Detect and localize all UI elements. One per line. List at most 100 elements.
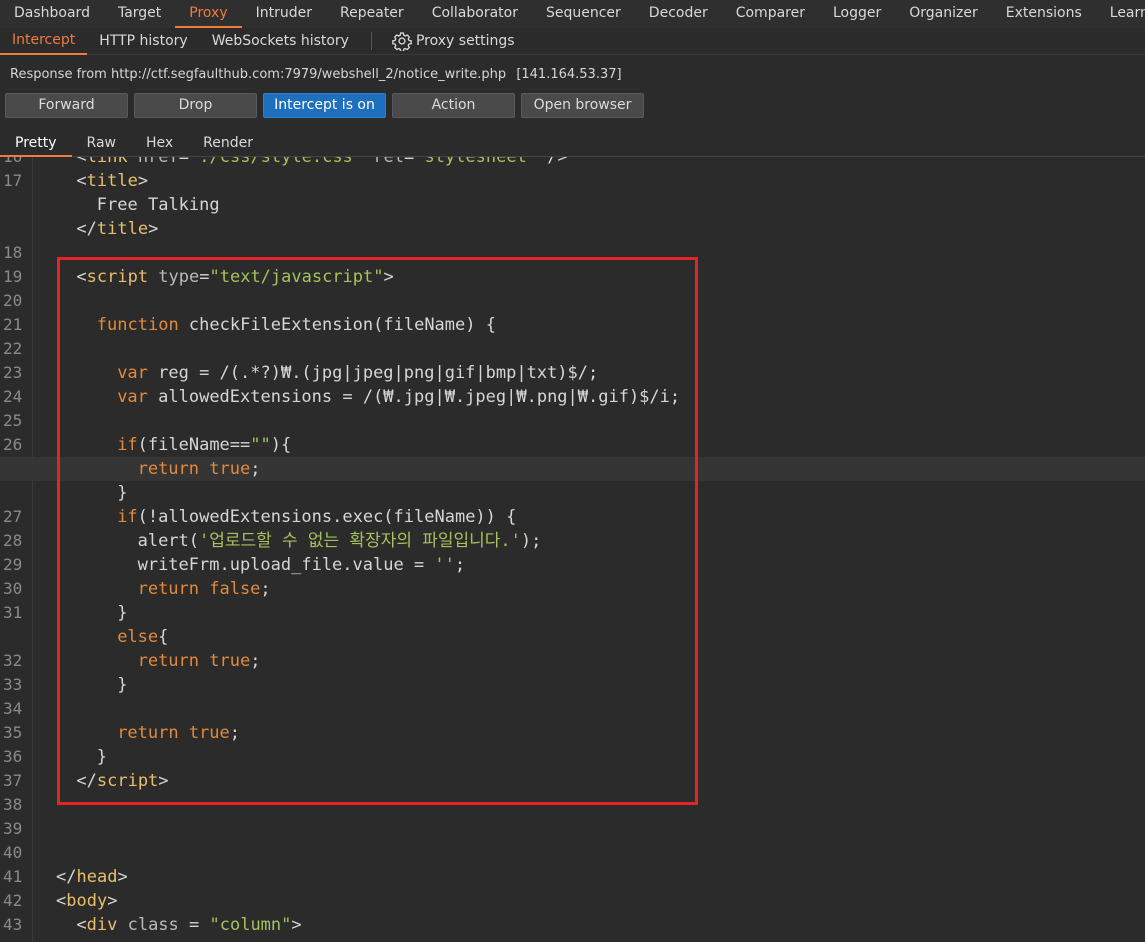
code-token: (fileName==: [137, 435, 251, 455]
code-text: alert('업로드할 수 없는 확장자의 파일입니다.');: [138, 529, 542, 553]
subtab-websockets-history[interactable]: WebSockets history: [200, 28, 361, 55]
tab-extensions[interactable]: Extensions: [992, 0, 1096, 28]
code-text: return false;: [138, 577, 271, 601]
intercept-toggle-button[interactable]: Intercept is on: [263, 93, 386, 118]
open-browser-button[interactable]: Open browser: [521, 93, 644, 118]
tab-target[interactable]: Target: [104, 0, 175, 28]
code-text: return true;: [138, 649, 261, 673]
code-token: "./css/style.css": [189, 157, 364, 167]
line-number: 18: [3, 243, 23, 262]
code-token: <: [76, 171, 87, 191]
code-token: "text/javascript": [209, 267, 384, 287]
code-text: <title>: [76, 169, 148, 193]
line-number: 40: [3, 843, 23, 862]
subtab-intercept[interactable]: Intercept: [0, 28, 88, 55]
tab-decoder[interactable]: Decoder: [635, 0, 722, 28]
tab-intruder[interactable]: Intruder: [242, 0, 326, 28]
action-button[interactable]: Action: [392, 93, 515, 118]
code-text: return true;: [138, 457, 261, 481]
code-text: var reg = /(.*?)₩.(jpg|jpeg|png|gif|bmp|…: [117, 361, 598, 385]
code-token: <: [76, 915, 87, 935]
code-text: <link href="./css/style.css" rel="styles…: [76, 157, 567, 169]
line-number: 30: [3, 579, 23, 598]
forward-button[interactable]: Forward: [5, 93, 128, 118]
code-token: );: [520, 531, 542, 551]
code-token: <: [76, 267, 87, 287]
tab-sequencer[interactable]: Sequencer: [532, 0, 635, 28]
line-number: 37: [3, 771, 23, 790]
code-token: alert(: [137, 531, 200, 551]
response-prefix: Response from: [10, 67, 107, 82]
gear-icon: [392, 32, 412, 51]
response-editor[interactable]: 16<link href="./css/style.css" rel="styl…: [0, 157, 1145, 942]
drop-button[interactable]: Drop: [134, 93, 257, 118]
line-number: 19: [3, 267, 23, 286]
code-text: <div class = "column">: [76, 913, 301, 937]
code-text: <body>: [56, 889, 117, 913]
code-text: </title>: [76, 217, 158, 241]
code-token: (!allowedExtensions.exec(fileName)) {: [137, 507, 517, 527]
code-token: else: [117, 627, 159, 647]
tab-learn[interactable]: Learn: [1096, 0, 1145, 28]
code-line: 42 <body>: [0, 889, 1145, 913]
tab-collaborator[interactable]: Collaborator: [418, 0, 532, 28]
tab-dashboard[interactable]: Dashboard: [0, 0, 104, 28]
code-token: title: [86, 171, 138, 191]
code-token: href: [127, 157, 179, 167]
code-token: "stylesheet": [414, 157, 538, 167]
tab-repeater[interactable]: Repeater: [326, 0, 418, 28]
code-line: 31}: [0, 601, 1145, 625]
code-token: ;: [250, 651, 261, 671]
code-token: type: [148, 267, 200, 287]
code-token: }: [117, 603, 128, 623]
code-line: 25: [0, 409, 1145, 433]
code-text: Free Talking: [97, 193, 220, 217]
response-ip: [141.164.53.37]: [516, 67, 622, 82]
code-line: 34: [0, 697, 1145, 721]
code-line: 16<link href="./css/style.css" rel="styl…: [0, 157, 1145, 169]
code-line: 21 function checkFileExtension(fileName) …: [0, 313, 1145, 337]
line-number: 20: [3, 291, 23, 310]
view-tab-hex[interactable]: Hex: [131, 130, 188, 157]
line-number: 34: [3, 699, 23, 718]
code-line: 19 <script type="text/javascript">: [0, 265, 1145, 289]
view-tab-pretty[interactable]: Pretty: [0, 130, 72, 157]
line-number: 32: [3, 651, 23, 670]
line-number: 41: [3, 867, 23, 886]
message-view-tab-bar: Pretty Raw Hex Render: [0, 130, 1145, 157]
tab-separator: [370, 32, 372, 50]
code-text: return true;: [117, 721, 240, 745]
code-line: 32 return true;: [0, 649, 1145, 673]
line-number: 22: [3, 339, 23, 358]
line-number: 23: [3, 363, 23, 382]
code-text: </script>: [76, 769, 168, 793]
view-tab-raw[interactable]: Raw: [72, 130, 131, 157]
code-token: >: [291, 915, 302, 935]
code-text: var allowedExtensions = /(₩.jpg|₩.jpeg|₩…: [117, 385, 680, 409]
code-token: >: [137, 171, 149, 191]
code-token: var: [117, 387, 148, 407]
tab-comparer[interactable]: Comparer: [722, 0, 819, 28]
view-tab-render[interactable]: Render: [188, 130, 268, 157]
code-token: rel: [363, 157, 404, 167]
code-token: <: [76, 157, 87, 167]
tab-organizer[interactable]: Organizer: [895, 0, 991, 28]
code-text: function checkFileExtension(fileName) {: [97, 313, 496, 337]
code-line: return true;: [0, 457, 1145, 481]
tab-logger[interactable]: Logger: [819, 0, 895, 28]
code-token: writeFrm.upload_file.value =: [137, 555, 435, 575]
code-line: 24 var allowedExtensions = /(₩.jpg|₩.jpeg…: [0, 385, 1145, 409]
code-token: title: [96, 219, 149, 239]
code-token: =: [403, 157, 415, 167]
code-line: 26 if(fileName==""){: [0, 433, 1145, 457]
code-token: >: [158, 771, 169, 791]
code-text: </head>: [56, 865, 128, 889]
subtab-http-history[interactable]: HTTP history: [87, 28, 199, 55]
code-token: if: [117, 435, 138, 455]
proxy-settings-button[interactable]: Proxy settings: [380, 28, 527, 55]
response-url: http://ctf.segfaulthub.com:7979/webshell…: [110, 67, 507, 82]
line-number: 21: [3, 315, 23, 334]
code-line: 28 alert('업로드할 수 없는 확장자의 파일입니다.');: [0, 529, 1145, 553]
code-token: script: [86, 267, 149, 287]
tab-proxy[interactable]: Proxy: [175, 0, 242, 28]
